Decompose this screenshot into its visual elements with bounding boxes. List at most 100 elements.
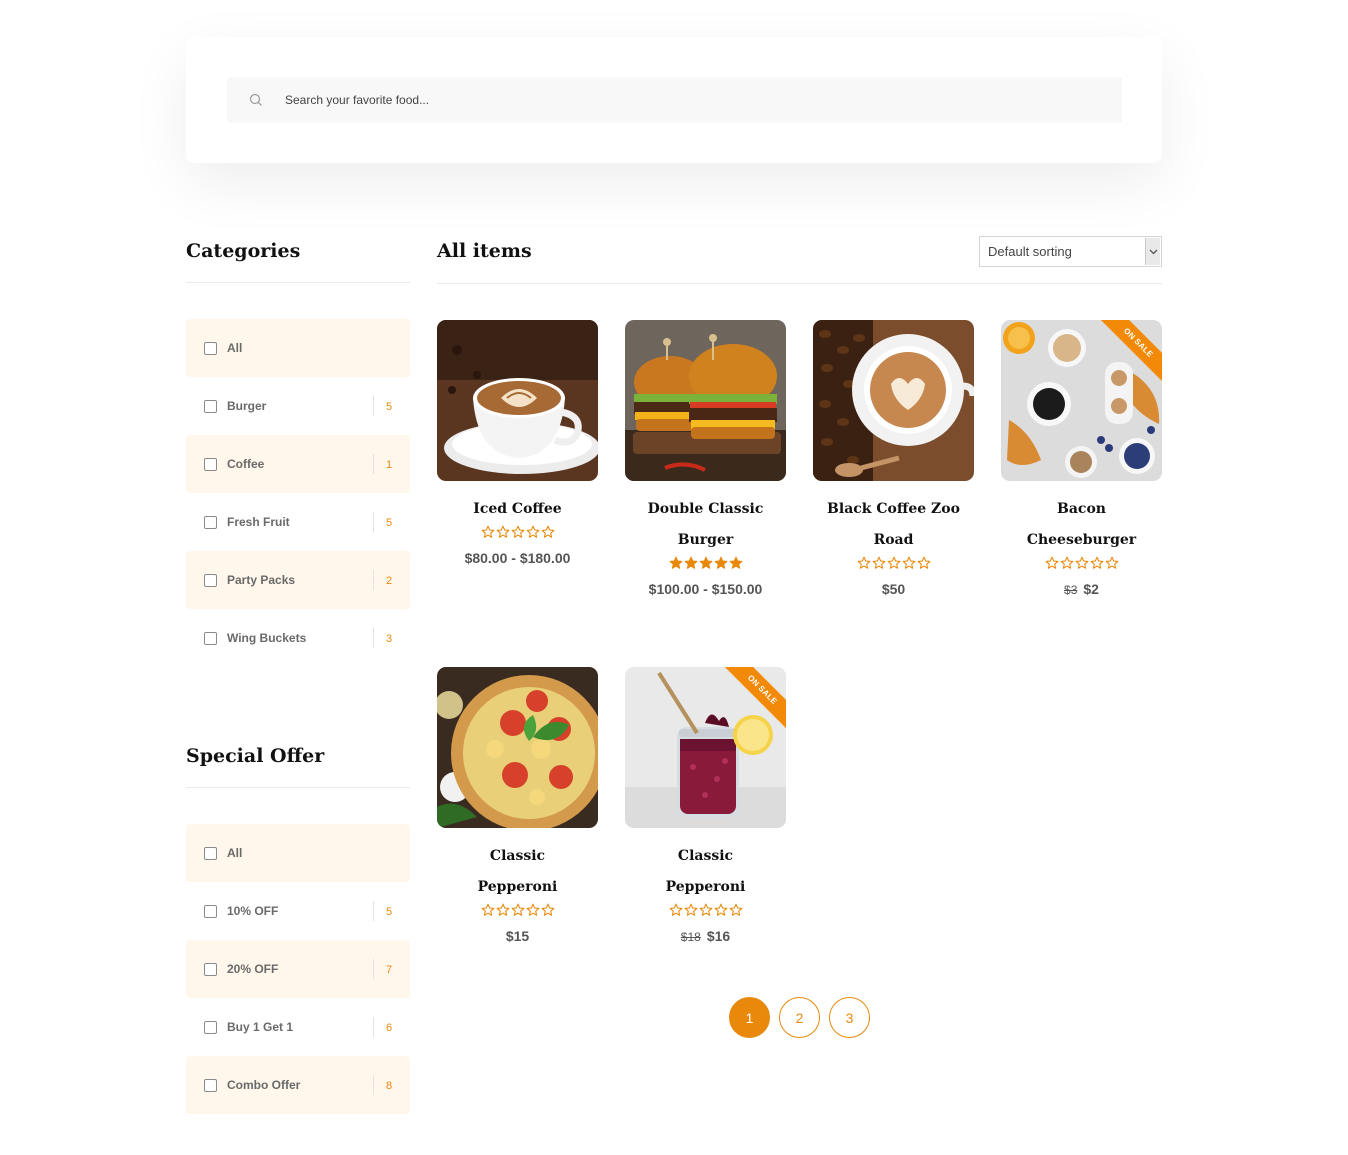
product-image[interactable] [437, 320, 598, 481]
product-price: $50 [813, 581, 974, 597]
category-filter-item[interactable]: Fresh Fruit 5 [186, 493, 410, 551]
special-offer-title: Special Offer [186, 745, 325, 767]
filter-count: 8 [373, 1075, 392, 1095]
filter-label: Burger [227, 399, 267, 413]
checkbox[interactable] [204, 515, 217, 529]
filter-count: 3 [373, 628, 392, 648]
chevron-down-icon [1145, 238, 1160, 265]
filter-label: 20% OFF [227, 962, 279, 976]
checkbox[interactable] [204, 962, 217, 976]
rating-stars [813, 556, 974, 576]
rating-stars [437, 903, 598, 923]
product-name[interactable]: Black Coffee Zoo Road [813, 494, 974, 556]
offer-filter-item[interactable]: 20% OFF 7 [186, 940, 410, 998]
product-card[interactable]: Classic Pepperoni $15 [437, 667, 598, 944]
product-name[interactable]: Iced Coffee [437, 494, 598, 525]
product-card[interactable]: Black Coffee Zoo Road $50 [813, 320, 974, 597]
divider [186, 787, 410, 788]
filter-label: Buy 1 Get 1 [227, 1020, 294, 1034]
old-price: $18 [680, 930, 701, 944]
product-price: $100.00 - $150.00 [625, 581, 786, 597]
filter-count: 2 [373, 570, 392, 590]
current-price: $2 [1083, 581, 1099, 597]
search-input[interactable] [285, 93, 1122, 107]
checkbox[interactable] [204, 846, 217, 860]
product-image[interactable]: ON SALE [625, 667, 786, 828]
product-image[interactable] [813, 320, 974, 481]
divider [186, 282, 410, 283]
category-filter-item[interactable]: All [186, 319, 410, 377]
star-icon [526, 903, 540, 923]
checkbox[interactable] [204, 341, 217, 355]
product-price: $80.00 - $180.00 [437, 550, 598, 566]
product-image[interactable]: ON SALE [1001, 320, 1162, 481]
filter-count: 1 [373, 454, 392, 474]
product-name[interactable]: Bacon Cheeseburger [1001, 494, 1162, 556]
star-icon [669, 903, 683, 923]
page-button-1[interactable]: 1 [729, 997, 770, 1038]
category-filter-item[interactable]: Party Packs 2 [186, 551, 410, 609]
filter-count: 5 [373, 396, 392, 416]
star-icon [481, 525, 495, 545]
star-icon [729, 556, 743, 576]
categories-title: Categories [186, 240, 301, 262]
star-icon [496, 903, 510, 923]
star-icon [872, 556, 886, 576]
checkbox[interactable] [204, 904, 217, 918]
star-icon [684, 903, 698, 923]
sort-select-value: Default sorting [988, 244, 1072, 259]
filter-label: 10% OFF [227, 904, 279, 918]
checkbox[interactable] [204, 1020, 217, 1034]
product-name[interactable]: Double Classic Burger [625, 494, 786, 556]
category-filter-item[interactable]: Wing Buckets 3 [186, 609, 410, 667]
rating-stars [625, 903, 786, 923]
filter-count: 5 [373, 901, 392, 921]
checkbox[interactable] [204, 399, 217, 413]
filter-count: 5 [373, 512, 392, 532]
filter-label: All [227, 341, 243, 355]
pagination: 123 [729, 997, 870, 1038]
product-card[interactable]: Iced Coffee $80.00 - $180.00 [437, 320, 598, 566]
current-price: $15 [505, 928, 530, 944]
current-price: $80.00 - $180.00 [464, 550, 571, 566]
product-card[interactable]: Double Classic Burger $100.00 - $150.00 [625, 320, 786, 597]
star-icon [481, 903, 495, 923]
star-icon [857, 556, 871, 576]
star-icon [714, 903, 728, 923]
filter-label: All [227, 846, 243, 860]
product-image[interactable] [437, 667, 598, 828]
offer-filter-item[interactable]: All [186, 824, 410, 882]
filter-count: 7 [373, 959, 392, 979]
offer-filter-item[interactable]: Buy 1 Get 1 6 [186, 998, 410, 1056]
checkbox[interactable] [204, 573, 217, 587]
product-price: $3 $2 [1001, 581, 1162, 598]
special-offer-list: All 10% OFF 5 20% OFF 7 Buy 1 Get 1 6 Co… [186, 824, 410, 1114]
checkbox[interactable] [204, 1078, 217, 1092]
rating-stars [1001, 556, 1162, 576]
rating-stars [625, 556, 786, 576]
star-icon [541, 525, 555, 545]
star-icon [1105, 556, 1119, 576]
product-image[interactable] [625, 320, 786, 481]
offer-filter-item[interactable]: Combo Offer 8 [186, 1056, 410, 1114]
page-button-3[interactable]: 3 [829, 997, 870, 1038]
product-card[interactable]: ON SALE Classic Pepperoni $18 $16 [625, 667, 786, 945]
search-box[interactable] [227, 77, 1122, 123]
star-icon [699, 556, 713, 576]
product-name[interactable]: Classic Pepperoni [625, 841, 786, 903]
product-name[interactable]: Classic Pepperoni [437, 841, 598, 903]
offer-filter-item[interactable]: 10% OFF 5 [186, 882, 410, 940]
search-icon [227, 93, 285, 107]
checkbox[interactable] [204, 457, 217, 471]
category-filter-item[interactable]: Coffee 1 [186, 435, 410, 493]
page-button-2[interactable]: 2 [779, 997, 820, 1038]
checkbox[interactable] [204, 631, 217, 645]
category-filter-item[interactable]: Burger 5 [186, 377, 410, 435]
filter-count: 6 [373, 1017, 392, 1037]
product-card[interactable]: ON SALE Bacon Cheeseburger $3 $2 [1001, 320, 1162, 598]
sort-select[interactable]: Default sorting [979, 236, 1162, 267]
star-icon [714, 556, 728, 576]
current-price: $16 [706, 928, 731, 944]
rating-stars [437, 525, 598, 545]
star-icon [1060, 556, 1074, 576]
